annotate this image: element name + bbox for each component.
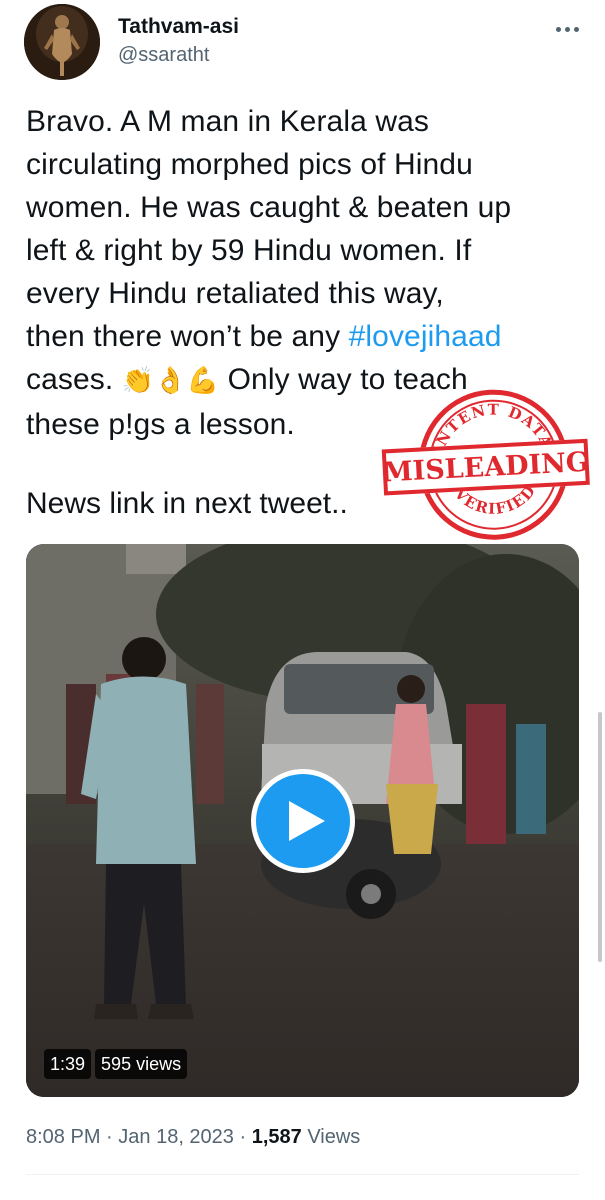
view-count: 1,587 (251, 1126, 302, 1148)
tweet-line: every Hindu retaliated this way, (26, 277, 444, 310)
separator: · (233, 1126, 252, 1148)
emoji-clap-ok-muscle-icon: 👏👌💪 (121, 366, 220, 396)
display-name[interactable]: Tathvam-asi (118, 14, 239, 40)
tweet-date[interactable]: Jan 18, 2023 (118, 1126, 234, 1148)
tweet-line: left & right by 59 Hindu women. If (26, 234, 472, 267)
scrollbar[interactable] (598, 712, 602, 962)
more-options-icon[interactable] (550, 18, 584, 40)
tweet-line: circulating morphed pics of Hindu (26, 148, 473, 181)
divider (26, 1174, 579, 1175)
play-icon (289, 801, 325, 841)
handle[interactable]: @ssaratht (118, 42, 239, 68)
avatar-image (24, 4, 100, 80)
video-meta: 1:39 595 views (44, 1049, 188, 1079)
tweet-line: women. He was caught & beaten up (26, 191, 512, 224)
tweet-metadata: 8:08 PM · Jan 18, 2023 · 1,587 Views (26, 1124, 360, 1150)
dot (573, 26, 579, 32)
news-link-text: News link in next tweet.. (26, 487, 348, 520)
views-word: Views (301, 1126, 361, 1148)
avatar[interactable] (24, 4, 100, 80)
misleading-stamp: INTENT DATA VERIFIED MISLEADING (379, 381, 598, 562)
tweet-time[interactable]: 8:08 PM (26, 1126, 100, 1148)
dot (564, 26, 570, 32)
tweet-line: Bravo. A M man in Kerala was (26, 105, 429, 138)
separator: · (100, 1126, 119, 1148)
play-button[interactable] (251, 769, 355, 873)
tweet-header: Tathvam-asi @ssaratht (24, 4, 584, 82)
author-block[interactable]: Tathvam-asi @ssaratht (118, 14, 239, 68)
dot (555, 26, 561, 32)
video-duration: 1:39 (44, 1049, 92, 1079)
tweet-line-with-hashtag: then there won’t be any #lovejihaad (26, 315, 586, 358)
video-player[interactable]: 1:39 595 views (26, 544, 579, 1097)
tweet-line-text: then there won’t be any (26, 320, 349, 353)
hashtag-link[interactable]: #lovejihaad (349, 320, 502, 353)
video-views: 595 views (95, 1049, 188, 1079)
cases-text: cases. (26, 363, 122, 396)
